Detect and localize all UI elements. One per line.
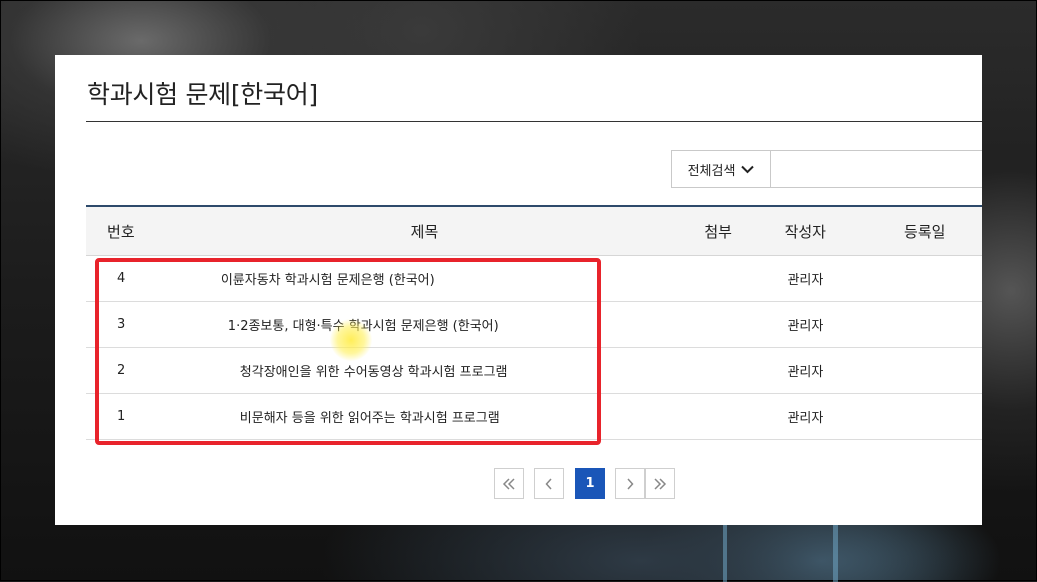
page-button-current[interactable]: 1 — [575, 468, 605, 499]
header-title: 제목 — [410, 222, 439, 241]
header-date: 등록일 — [904, 222, 946, 241]
row-author: 관리자 — [787, 411, 824, 426]
double-chevron-left-icon — [502, 477, 515, 490]
row-title-link[interactable]: 청각장애인을 위한 수어동영상 학과시험 프로그램 — [156, 361, 694, 380]
board-panel: 학과시험 문제[한국어] 전체검색 번호 제목 첨부 작성자 등록일 4 이륜자… — [55, 55, 982, 525]
row-title-link[interactable]: 이륜자동차 학과시험 문제은행 (한국어) — [156, 269, 694, 288]
table-row[interactable]: 4 이륜자동차 학과시험 문제은행 (한국어) 관리자 — [86, 256, 982, 302]
chevron-left-icon — [545, 477, 552, 490]
prev-page-button[interactable] — [534, 468, 564, 499]
chevron-down-icon — [741, 165, 755, 173]
row-title-link[interactable]: 비문해자 등을 위한 읽어주는 학과시험 프로그램 — [156, 407, 694, 426]
cursor-highlight — [330, 319, 372, 361]
search-bar: 전체검색 — [671, 150, 982, 188]
row-author: 관리자 — [787, 319, 824, 334]
header-author: 작성자 — [784, 222, 826, 241]
row-num: 1 — [117, 409, 126, 424]
table-row[interactable]: 3 1·2종보통, 대형·특수 학과시험 문제은행 (한국어) 관리자 — [86, 302, 982, 348]
row-num: 3 — [117, 317, 126, 332]
search-scope-label: 전체검색 — [687, 163, 736, 179]
row-author: 관리자 — [787, 365, 824, 380]
double-chevron-right-icon — [654, 477, 667, 490]
search-scope-select[interactable]: 전체검색 — [672, 151, 771, 187]
title-divider — [86, 121, 982, 122]
row-author: 관리자 — [787, 273, 824, 288]
next-page-button[interactable] — [615, 468, 645, 499]
row-title-link[interactable]: 1·2종보통, 대형·특수 학과시험 문제은행 (한국어) — [156, 315, 694, 334]
row-num: 4 — [117, 271, 126, 286]
first-page-button[interactable] — [494, 468, 524, 499]
table-header: 번호 제목 첨부 작성자 등록일 — [86, 205, 982, 256]
header-num: 번호 — [107, 222, 135, 241]
row-num: 2 — [117, 363, 126, 378]
page-title: 학과시험 문제[한국어] — [87, 80, 318, 109]
search-input[interactable] — [771, 151, 982, 187]
header-attachment: 첨부 — [704, 222, 732, 241]
board-table: 번호 제목 첨부 작성자 등록일 4 이륜자동차 학과시험 문제은행 (한국어)… — [86, 205, 982, 440]
pagination: 1 — [494, 468, 675, 499]
table-row[interactable]: 1 비문해자 등을 위한 읽어주는 학과시험 프로그램 관리자 — [86, 394, 982, 440]
last-page-button[interactable] — [645, 468, 675, 499]
table-row[interactable]: 2 청각장애인을 위한 수어동영상 학과시험 프로그램 관리자 — [86, 348, 982, 394]
chevron-right-icon — [627, 477, 634, 490]
